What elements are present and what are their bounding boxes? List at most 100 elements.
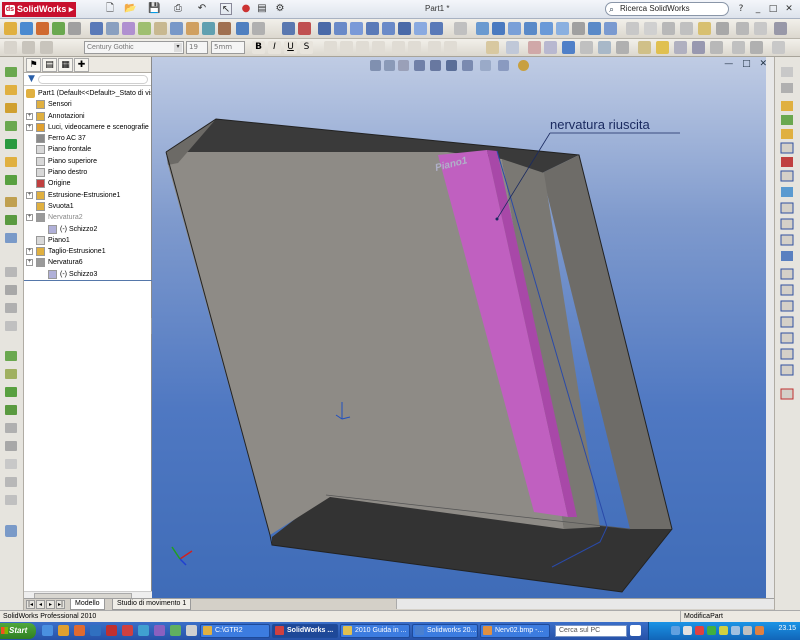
zoom-to-area-icon[interactable]	[384, 60, 395, 71]
move-entities-icon[interactable]	[252, 22, 265, 35]
datum-icon[interactable]	[598, 41, 611, 54]
expand-icon[interactable]: +	[26, 123, 33, 131]
bom-icon[interactable]	[772, 41, 785, 54]
balloon-icon[interactable]	[506, 41, 519, 54]
tab-modello[interactable]: Modello	[70, 599, 105, 610]
tray-antivirus-icon[interactable]	[695, 626, 704, 635]
surface-finish-icon[interactable]	[528, 41, 541, 54]
tree-item[interactable]: + Nervatura2	[24, 212, 151, 223]
section-view-icon[interactable]	[588, 22, 601, 35]
quicklaunch-folder-icon[interactable]	[58, 625, 69, 636]
rollback-bar[interactable]	[24, 280, 152, 282]
right-strip-buttons[interactable]	[780, 67, 794, 400]
feature-tree-tab-icon[interactable]: ⚑	[26, 58, 41, 72]
maximize-button[interactable]: □	[767, 3, 779, 15]
tray-usb-icon[interactable]	[743, 626, 752, 635]
view-orientation-icon[interactable]	[604, 22, 617, 35]
layer-props-icon[interactable]	[40, 41, 53, 54]
rectangle-tool-icon[interactable]	[106, 22, 119, 35]
point-tool-icon[interactable]	[154, 22, 167, 35]
outdent-icon[interactable]	[408, 41, 421, 54]
chamfer-icon[interactable]	[382, 22, 395, 35]
align-left-icon[interactable]	[324, 41, 337, 54]
tab-next-icon[interactable]: ▸	[46, 600, 55, 609]
part-model[interactable]: Piano1 nervatura riuscita	[152, 57, 774, 598]
mirror-icon[interactable]	[540, 22, 553, 35]
shell-icon[interactable]	[414, 22, 427, 35]
align-center-icon[interactable]	[340, 41, 353, 54]
tree-item[interactable]: + Taglio-Estrusione1	[24, 246, 151, 257]
italic-icon[interactable]: I	[268, 41, 281, 54]
display-style-icon[interactable]	[698, 22, 711, 35]
tab-studio-movimento[interactable]: Studio di movimento 1	[112, 599, 192, 610]
datum-target-icon[interactable]	[616, 41, 629, 54]
justify-icon[interactable]	[372, 41, 385, 54]
table-icon[interactable]	[732, 41, 745, 54]
annotation-text[interactable]: nervatura riuscita	[550, 117, 650, 132]
expand-icon[interactable]: +	[26, 248, 33, 256]
hide-show-icon[interactable]	[716, 22, 729, 35]
view-settings-icon[interactable]	[774, 22, 787, 35]
quicklaunch-app4-icon[interactable]	[186, 625, 197, 636]
solidworks-search-input[interactable]: ⌕ Ricerca SolidWorks	[605, 2, 729, 16]
extrude-boss-icon[interactable]	[282, 22, 295, 35]
mass-properties-icon[interactable]	[572, 22, 585, 35]
hole-callout-icon[interactable]	[638, 41, 651, 54]
rebuild-icon[interactable]: ●	[240, 3, 252, 15]
loft-icon[interactable]	[350, 22, 363, 35]
feature-tree-filter[interactable]: ▼	[24, 73, 151, 86]
file-properties-icon[interactable]: ▤	[256, 3, 268, 15]
scene-icon[interactable]	[754, 22, 767, 35]
circle-tool-icon[interactable]	[52, 22, 65, 35]
smart-dimension-icon[interactable]	[20, 22, 33, 35]
tree-item[interactable]: + Estrusione-Estrusione1	[24, 190, 151, 201]
zoom-to-fit-icon[interactable]	[370, 60, 381, 71]
solidworks-logo[interactable]: ds SolidWorks ▸	[2, 2, 76, 17]
offset-entities-icon[interactable]	[202, 22, 215, 35]
tray-network-icon[interactable]	[671, 626, 680, 635]
section-view-icon[interactable]	[414, 60, 425, 71]
fillet-sketch-icon[interactable]	[186, 22, 199, 35]
expand-icon[interactable]: +	[26, 112, 33, 120]
expand-icon[interactable]: +	[26, 259, 33, 267]
center-mark-icon[interactable]	[656, 41, 669, 54]
trim-entities-icon[interactable]	[218, 22, 231, 35]
hide-show-items-icon[interactable]	[462, 60, 473, 71]
task-nerv02[interactable]: Nerv02.bmp -...	[480, 624, 550, 638]
options-icon[interactable]: ⚙	[274, 3, 286, 15]
search-go-icon[interactable]	[630, 625, 641, 636]
text-icon[interactable]	[562, 41, 575, 54]
draft-icon[interactable]	[430, 22, 443, 35]
view-settings-icon[interactable]	[518, 60, 529, 71]
font-name-select[interactable]: Century Gothic ▾	[84, 41, 184, 54]
tray-bluetooth-icon[interactable]	[731, 626, 740, 635]
geometric-tolerance-icon[interactable]	[580, 41, 593, 54]
tree-item[interactable]: Piano1	[24, 235, 151, 246]
tree-item[interactable]: (-) Schizzo3	[24, 269, 151, 280]
strikethrough-icon[interactable]: S	[300, 41, 313, 54]
tree-item[interactable]: Svuota1	[24, 201, 151, 212]
viewport-horizontal-scrollbar[interactable]	[396, 599, 774, 609]
layer-icon[interactable]	[22, 41, 35, 54]
tree-item[interactable]: Piano superiore	[24, 156, 151, 167]
area-hatch-icon[interactable]	[692, 41, 705, 54]
measure-icon[interactable]	[556, 22, 569, 35]
tree-item[interactable]: Piano destro	[24, 167, 151, 178]
quicklaunch-ie-icon[interactable]	[42, 625, 53, 636]
circular-pattern-icon[interactable]	[524, 22, 537, 35]
minimize-button[interactable]: _	[752, 3, 764, 15]
linear-pattern-icon[interactable]	[508, 22, 521, 35]
viewport-window-controls[interactable]: — □ ✕	[724, 59, 770, 69]
quicklaunch-firefox-icon[interactable]	[74, 625, 85, 636]
quicklaunch-mail-icon[interactable]	[90, 625, 101, 636]
curves-icon[interactable]	[492, 22, 505, 35]
quicklaunch-solidworks-icon[interactable]	[122, 625, 133, 636]
select-icon[interactable]: ↖	[220, 3, 232, 15]
tray-app-icon[interactable]	[719, 626, 728, 635]
tray-misc-icon[interactable]	[755, 626, 764, 635]
line-tool-icon[interactable]	[36, 22, 49, 35]
tab-first-icon[interactable]: |◂	[26, 600, 35, 609]
save-icon[interactable]: 💾	[148, 3, 160, 15]
tray-volume-icon[interactable]	[683, 626, 692, 635]
spline-tool-icon[interactable]	[90, 22, 103, 35]
